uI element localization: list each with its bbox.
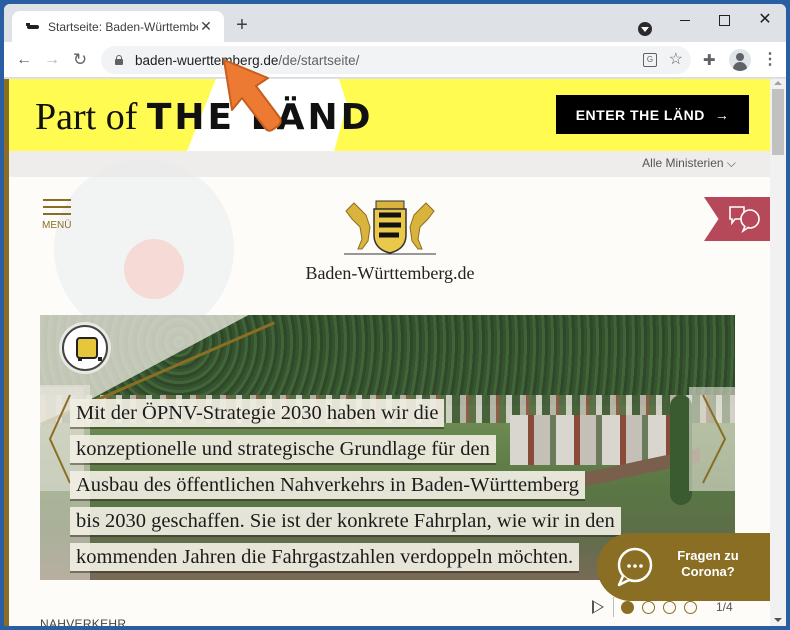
caption-line: Ausbau des öffentlichen Nahverkehrs in B… <box>70 471 586 499</box>
slide-category-label: NAHVERKEHR <box>40 617 127 626</box>
chevron-down-icon: ⌵ <box>726 156 736 170</box>
tab-strip: Startseite: Baden-Württemberg.de ✕ + ✕ <box>4 4 786 42</box>
forward-button[interactable]: → <box>42 50 62 70</box>
caption-line: konzeptionelle und strategische Grundlag… <box>70 435 496 463</box>
hamburger-line <box>43 206 71 208</box>
url-path: /de/startseite/ <box>278 52 360 68</box>
scroll-down-arrow[interactable] <box>774 618 782 622</box>
tab-title: Startseite: Baden-Württemberg.de <box>48 19 198 34</box>
bus-icon[interactable] <box>62 325 108 371</box>
hamburger-icon <box>43 199 71 201</box>
reload-button[interactable]: ↻ <box>70 50 90 70</box>
coat-of-arms-logo[interactable] <box>340 197 440 257</box>
back-button[interactable]: ← <box>14 50 34 70</box>
address-bar[interactable]: baden-wuerttemberg.de/de/startseite/ G ☆ <box>101 46 691 74</box>
slide-counter: 1/4 <box>716 600 733 614</box>
caption-line: kommenden Jahren die Fahrgastzahlen verd… <box>70 543 580 571</box>
minimize-button[interactable] <box>675 10 695 30</box>
slide-dot-4[interactable] <box>684 601 697 614</box>
hamburger-line <box>43 213 71 215</box>
slide-dot-3[interactable] <box>663 601 676 614</box>
maximize-button[interactable] <box>714 10 734 30</box>
caption-line: bis 2030 geschaffen. Sie ist der konkret… <box>70 507 621 535</box>
banner-title: Part of THE LÄND <box>35 96 374 138</box>
lion-favicon-icon <box>26 22 40 31</box>
chat-bubble-icon <box>617 547 653 587</box>
vertical-scrollbar[interactable] <box>770 79 786 626</box>
scroll-thumb[interactable] <box>772 89 784 155</box>
new-tab-button[interactable]: + <box>232 15 252 36</box>
translate-icon[interactable]: G <box>643 53 657 67</box>
browser-toolbar: ← → ↻ baden-wuerttemberg.de/de/startseit… <box>4 42 786 78</box>
profile-avatar-icon[interactable] <box>729 49 751 71</box>
corona-questions-button[interactable]: Fragen zu Corona? <box>597 533 770 601</box>
caption-line: Mit der ÖPNV-Strategie 2030 haben wir di… <box>70 399 445 427</box>
corona-button-label: Fragen zu Corona? <box>677 548 739 579</box>
browser-menu-icon[interactable]: ⋮ <box>762 50 778 70</box>
media-control-icon[interactable] <box>638 22 652 36</box>
browser-tab[interactable]: Startseite: Baden-Württemberg.de ✕ <box>12 11 224 42</box>
slide-dot-1[interactable] <box>621 601 634 614</box>
enter-the-land-button[interactable]: ENTER THE LÄND → <box>556 95 749 134</box>
slider-play-button[interactable] <box>592 600 604 614</box>
arrow-right-icon: → <box>714 106 730 123</box>
orange-pointer-arrow-icon <box>223 59 282 132</box>
slider-controls-divider <box>613 597 614 617</box>
enter-button-label: ENTER THE LÄND <box>575 106 705 123</box>
alle-ministerien-dropdown[interactable]: Alle Ministerien ⌵ <box>642 156 736 171</box>
browser-window: Startseite: Baden-Württemberg.de ✕ + ✕ ←… <box>4 4 786 626</box>
page-viewport: Part of THE LÄND ENTER THE LÄND → Alle M… <box>4 79 786 626</box>
speech-bubbles-icon <box>729 206 760 233</box>
watermark-dot <box>124 239 184 299</box>
bookmark-star-icon[interactable]: ☆ <box>669 50 683 70</box>
menu-button[interactable]: MENÜ <box>42 199 72 231</box>
feedback-chat-tab[interactable] <box>704 197 770 241</box>
window-close-button[interactable]: ✕ <box>755 10 775 30</box>
lock-icon[interactable] <box>115 55 123 65</box>
slide-dot-2[interactable] <box>642 601 655 614</box>
menu-label: MENÜ <box>42 220 72 231</box>
tab-close-icon[interactable]: ✕ <box>198 18 214 34</box>
extensions-puzzle-icon[interactable]: ✚ <box>703 51 716 69</box>
scroll-up-arrow[interactable] <box>774 81 782 85</box>
site-name[interactable]: Baden-Württemberg.de <box>270 263 510 284</box>
the-land-banner: Part of THE LÄND ENTER THE LÄND → <box>9 79 770 151</box>
